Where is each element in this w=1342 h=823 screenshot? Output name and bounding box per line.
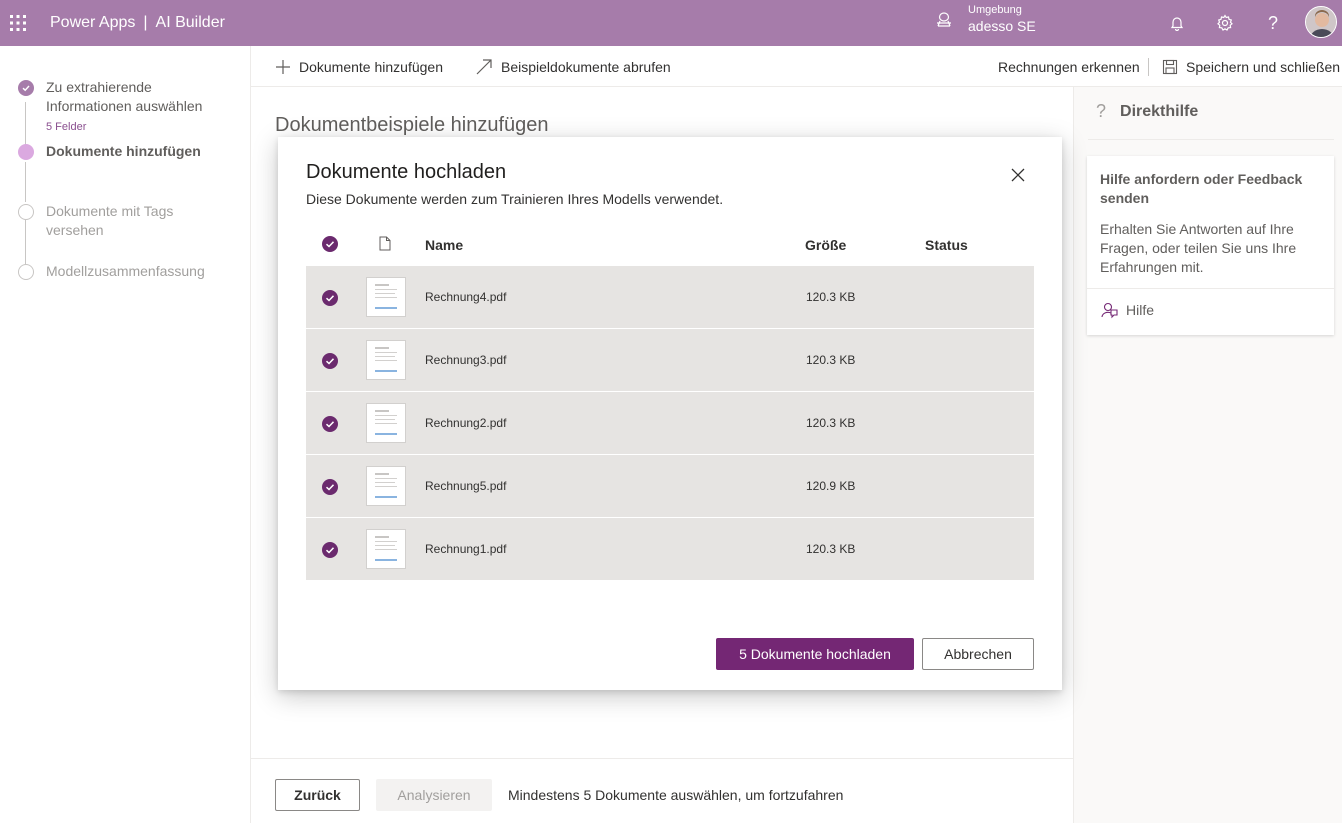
question-icon: ? xyxy=(1096,101,1107,121)
file-list: Rechnung4.pdf 120.3 KB Rechnung3.pdf 120… xyxy=(306,266,1034,581)
arrow-up-right-icon xyxy=(475,58,493,76)
recognize-invoices-label: Rechnungen erkennen xyxy=(998,58,1140,75)
add-documents-label: Dokumente hinzufügen xyxy=(299,58,443,75)
add-documents-command[interactable]: Dokumente hinzufügen xyxy=(275,46,443,87)
document-thumbnail xyxy=(366,403,406,443)
step-label: Dokumente hinzufügen xyxy=(46,143,201,159)
environment-label: Umgebung xyxy=(968,4,1022,16)
file-size: 120.3 KB xyxy=(806,416,856,430)
help-pane-title: Direkthilfe xyxy=(1120,102,1199,120)
file-name: Rechnung5.pdf xyxy=(425,479,507,493)
app-launcher-icon[interactable] xyxy=(0,0,36,46)
help-card-divider xyxy=(1087,288,1334,289)
step-label: Zu extrahierende Informationen auswählen xyxy=(46,79,203,114)
stepper-connector xyxy=(25,220,26,266)
app-name: Power Apps xyxy=(50,14,136,31)
help-divider xyxy=(1088,139,1334,140)
command-separator xyxy=(1148,58,1149,76)
page-title: Dokumentbeispiele hinzufügen xyxy=(275,114,549,136)
step-pending-dot xyxy=(18,204,34,220)
table-row[interactable]: Rechnung1.pdf 120.3 KB xyxy=(306,518,1034,581)
stepper-connector xyxy=(25,102,26,148)
document-thumbnail xyxy=(366,466,406,506)
step-done-check-icon xyxy=(18,80,34,96)
back-button[interactable]: Zurück xyxy=(275,779,360,811)
environment-picker[interactable]: Umgebung adesso SE xyxy=(932,4,1036,35)
settings-gear-icon[interactable] xyxy=(1213,11,1237,35)
column-header-size[interactable]: Größe xyxy=(805,237,846,253)
row-checkbox-checked-icon[interactable] xyxy=(322,353,338,374)
step-label: Dokumente mit Tags versehen xyxy=(46,203,174,238)
file-size: 120.9 KB xyxy=(806,479,856,493)
dialog-subtitle: Diese Dokumente werden zum Trainieren Ih… xyxy=(306,191,724,207)
table-row[interactable]: Rechnung4.pdf 120.3 KB xyxy=(306,266,1034,329)
wizard-footer: Zurück Analysieren Mindestens 5 Dokument… xyxy=(251,758,1073,823)
plus-icon xyxy=(275,59,291,75)
get-sample-documents-command[interactable]: Beispieldokumente abrufen xyxy=(475,46,671,87)
step-pending-dot xyxy=(18,264,34,280)
row-checkbox-checked-icon[interactable] xyxy=(322,416,338,437)
document-thumbnail xyxy=(366,340,406,380)
cancel-button[interactable]: Abbrechen xyxy=(922,638,1034,670)
upload-documents-dialog: Dokumente hochladen Diese Dokumente werd… xyxy=(278,137,1062,690)
help-card-text: Erhalten Sie Antworten auf Ihre Fragen, … xyxy=(1100,221,1297,275)
product-name: AI Builder xyxy=(155,14,225,31)
file-name: Rechnung2.pdf xyxy=(425,416,507,430)
user-avatar[interactable] xyxy=(1305,6,1337,38)
close-icon[interactable] xyxy=(1008,165,1028,185)
column-header-status[interactable]: Status xyxy=(925,237,968,253)
file-name: Rechnung3.pdf xyxy=(425,353,507,367)
help-pane-header: ? Direkthilfe xyxy=(1096,101,1198,122)
step-label: Modellzusammenfassung xyxy=(46,263,205,279)
save-and-close-label: Speichern und schließen xyxy=(1186,58,1341,75)
notifications-bell-icon[interactable] xyxy=(1165,11,1189,35)
footer-hint: Mindestens 5 Dokumente auswählen, um for… xyxy=(508,787,844,803)
file-size: 120.3 KB xyxy=(806,290,856,304)
help-link[interactable]: Hilfe xyxy=(1100,301,1154,319)
dialog-title: Dokumente hochladen xyxy=(306,161,507,183)
command-bar: Dokumente hinzufügen Beispieldokumente a… xyxy=(251,46,1342,87)
step-sublabel: 5 Felder xyxy=(46,121,87,133)
help-card-title: Hilfe anfordern oder Feedback senden xyxy=(1100,171,1303,206)
row-checkbox-checked-icon[interactable] xyxy=(322,479,338,500)
app-brand[interactable]: Power Apps | AI Builder xyxy=(50,14,225,32)
table-row[interactable]: Rechnung3.pdf 120.3 KB xyxy=(306,329,1034,392)
top-bar: Power Apps | AI Builder Umgebung adesso SE… xyxy=(0,0,1342,46)
help-pane: ? Direkthilfe Hilfe anfordern oder Feedb… xyxy=(1073,87,1342,823)
get-sample-documents-label: Beispieldokumente abrufen xyxy=(501,58,671,75)
row-checkbox-checked-icon[interactable] xyxy=(322,290,338,311)
file-size: 120.3 KB xyxy=(806,542,856,556)
help-card: Hilfe anfordern oder Feedback senden Erh… xyxy=(1087,156,1334,335)
help-question-icon[interactable]: ? xyxy=(1261,11,1285,35)
file-table-header: Name Größe Status xyxy=(306,225,1034,265)
document-thumbnail xyxy=(366,277,406,317)
stepper-connector xyxy=(25,162,26,202)
environment-value: adesso SE xyxy=(968,18,1036,34)
recognize-invoices-command[interactable]: Rechnungen erkennen xyxy=(998,46,1140,87)
table-row[interactable]: Rechnung5.pdf 120.9 KB xyxy=(306,455,1034,518)
help-link-label: Hilfe xyxy=(1126,302,1155,318)
select-all-checkbox[interactable] xyxy=(322,236,338,257)
save-icon xyxy=(1162,59,1178,75)
table-row[interactable]: Rechnung2.pdf 120.3 KB xyxy=(306,392,1034,455)
analyze-button: Analysieren xyxy=(376,779,492,811)
file-size: 120.3 KB xyxy=(806,353,856,367)
environment-icon xyxy=(932,8,956,32)
step-current-dot xyxy=(18,144,34,160)
wizard-stepper: Zu extrahierende Informationen auswählen… xyxy=(0,46,251,823)
document-thumbnail xyxy=(366,529,406,569)
person-feedback-icon xyxy=(1100,301,1118,319)
column-header-name[interactable]: Name xyxy=(425,237,463,253)
brand-separator: | xyxy=(143,14,148,31)
save-and-close-command[interactable]: Speichern und schließen xyxy=(1162,46,1340,87)
file-name: Rechnung4.pdf xyxy=(425,290,507,304)
upload-documents-button[interactable]: 5 Dokumente hochladen xyxy=(716,638,914,670)
file-name: Rechnung1.pdf xyxy=(425,542,507,556)
file-type-icon xyxy=(379,236,391,256)
row-checkbox-checked-icon[interactable] xyxy=(322,542,338,563)
